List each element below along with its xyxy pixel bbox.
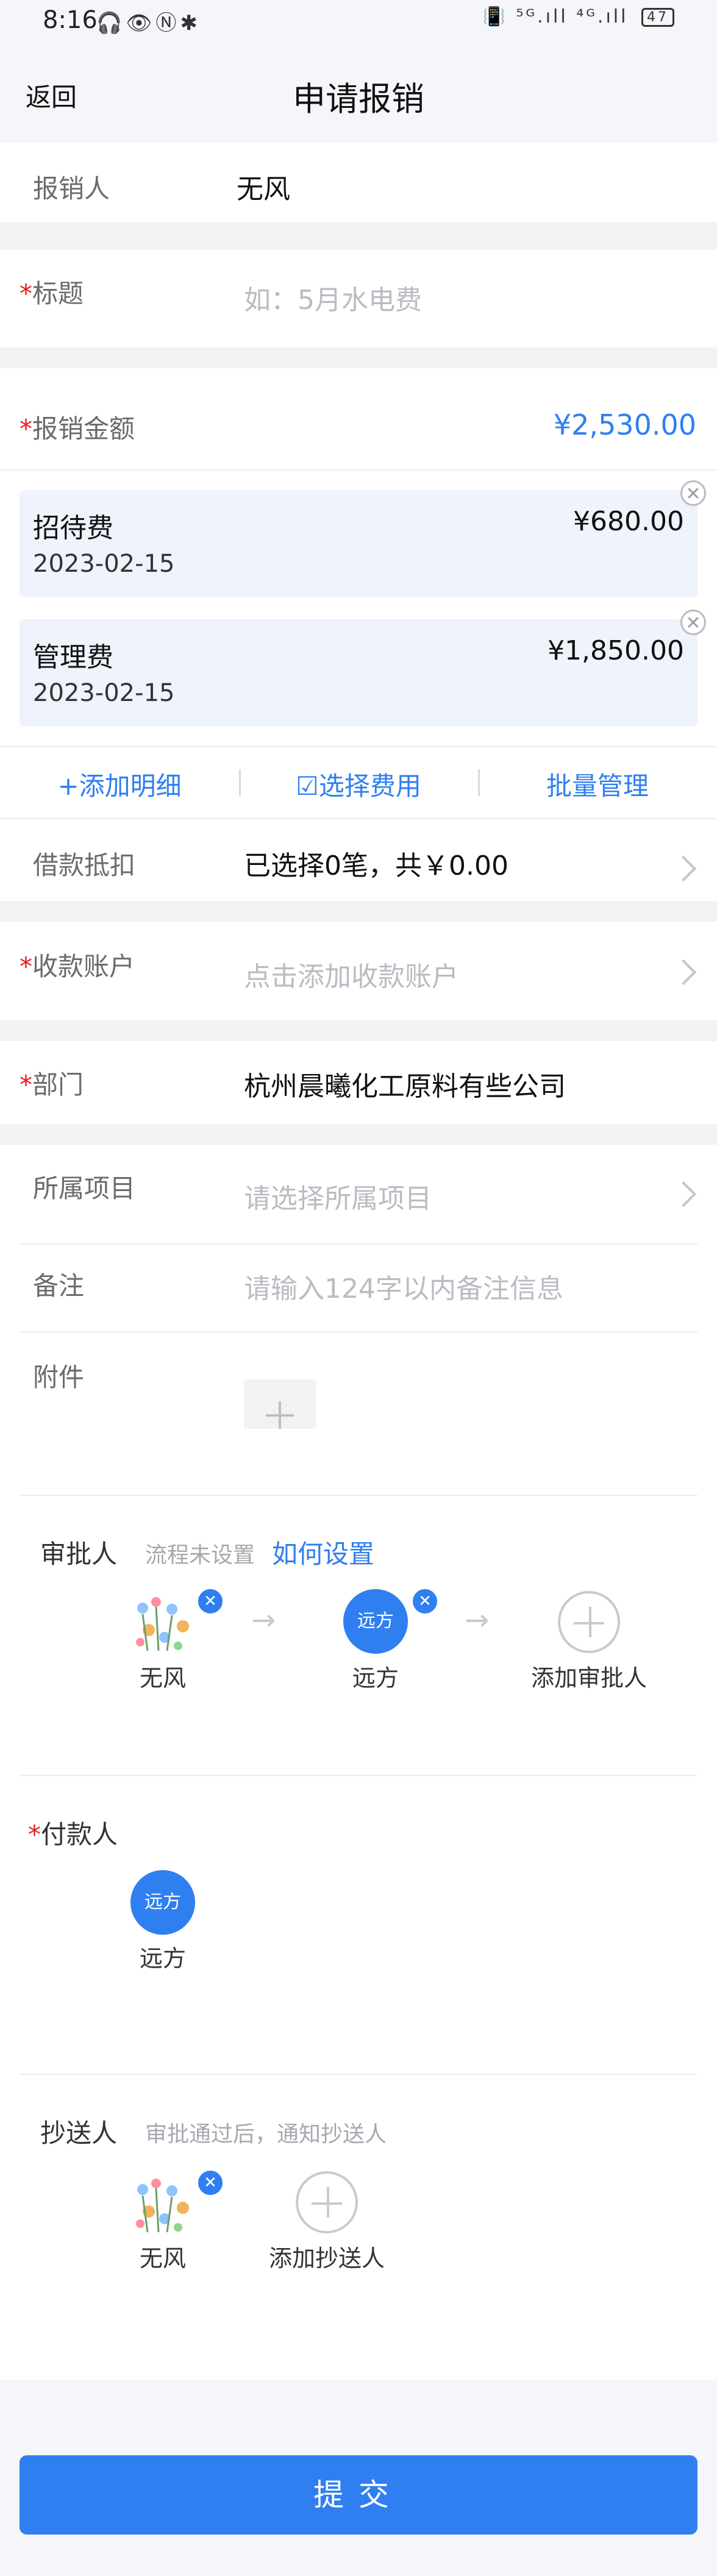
cc-name: 无风 xyxy=(139,2245,186,2272)
payee-account-label: *收款账户 xyxy=(20,946,135,983)
loan-offset-value: 已选择0笔，共￥0.00 xyxy=(244,850,508,881)
remark-input[interactable]: 请输入124字以内备注信息 xyxy=(244,1267,563,1306)
avatar: 远方 xyxy=(343,1589,408,1654)
section-gap xyxy=(0,347,717,368)
batch-manage-button[interactable]: 批量管理 xyxy=(478,766,717,803)
section-gap xyxy=(0,901,717,922)
expense-name: 招待费 xyxy=(33,513,113,544)
submitter-label: 报销人 xyxy=(33,174,110,204)
remove-approver-icon[interactable]: ✕ xyxy=(411,1587,439,1615)
page-title: 申请报销 xyxy=(293,80,424,118)
expense-item[interactable]: 招待费 2023-02-15 ¥680.00 ✕ xyxy=(20,480,706,597)
divider xyxy=(20,2074,697,2075)
title-label-text: 标题 xyxy=(32,279,84,308)
add-approver-button[interactable] xyxy=(558,1591,620,1653)
how-to-setup-link[interactable]: 如何设置 xyxy=(272,1534,374,1571)
expense-date: 2023-02-15 xyxy=(33,679,175,707)
submitter-value: 无风 xyxy=(237,174,290,205)
approvers-label: 审批人 xyxy=(40,1539,118,1569)
expense-item[interactable]: 管理费 2023-02-15 ¥1,850.00 ✕ xyxy=(20,610,706,727)
signal-icons: 📳 ⁵ᴳ.ıll ⁴ᴳ.ıll xyxy=(482,6,629,27)
required-mark: * xyxy=(20,414,32,444)
section-gap xyxy=(0,1020,717,1041)
remove-expense-icon[interactable]: ✕ xyxy=(680,480,706,506)
approver-name: 无风 xyxy=(139,1665,186,1692)
expense-name: 管理费 xyxy=(33,642,113,673)
divider xyxy=(20,1775,697,1776)
avatar: 远方 xyxy=(130,1870,195,1935)
amount-label-text: 报销金额 xyxy=(32,414,135,444)
divider xyxy=(20,1244,697,1245)
approval-section xyxy=(0,1429,717,2380)
remark-label: 备注 xyxy=(33,1271,85,1301)
required-mark: * xyxy=(20,952,32,981)
amount-label: *报销金额 xyxy=(20,408,135,446)
department-label: *部门 xyxy=(20,1064,84,1101)
remove-cc-icon[interactable]: ✕ xyxy=(196,2169,224,2197)
expense-date: 2023-02-15 xyxy=(33,550,175,578)
add-cc-label: 添加抄送人 xyxy=(268,2245,385,2272)
status-time: 8:16 xyxy=(43,6,98,34)
status-right-icons: 📳 ⁵ᴳ.ıll ⁴ᴳ.ıll 47 xyxy=(483,6,674,27)
avatar xyxy=(136,1597,189,1651)
required-mark: * xyxy=(28,1820,41,1849)
required-mark: * xyxy=(20,279,32,308)
remove-expense-icon[interactable]: ✕ xyxy=(680,610,706,635)
status-left-icons: 🎧👁Ⓝ✱ xyxy=(96,11,201,35)
section-gap xyxy=(0,1124,717,1145)
project-input[interactable]: 请选择所属项目 xyxy=(244,1176,432,1215)
divider xyxy=(0,746,717,747)
cc-label: 抄送人 xyxy=(40,2118,118,2148)
submit-button[interactable]: 提交 xyxy=(20,2455,697,2535)
status-bar: 8:16 🎧👁Ⓝ✱ 📳 ⁵ᴳ.ıll ⁴ᴳ.ıll 47 xyxy=(0,0,717,45)
payer-label-text: 付款人 xyxy=(41,1820,118,1849)
nav-bar: 返回 申请报销 xyxy=(0,45,717,143)
loan-offset-label: 借款抵扣 xyxy=(33,850,136,880)
payer-label: *付款人 xyxy=(28,1814,118,1851)
divider xyxy=(0,469,717,471)
cc-hint: 审批通过后，通知抄送人 xyxy=(145,2122,387,2147)
add-cc-button[interactable] xyxy=(296,2171,358,2233)
department-value: 杭州晨曦化工原料有些公司 xyxy=(244,1071,566,1102)
arrow-right-icon: → xyxy=(465,1603,490,1637)
title-input[interactable]: 如：5月水电费 xyxy=(244,278,422,317)
arrow-right-icon: → xyxy=(251,1603,276,1637)
project-label: 所属项目 xyxy=(33,1173,136,1203)
battery-icon: 47 xyxy=(641,8,674,27)
submitter-row: 报销人 无风 xyxy=(0,143,717,222)
required-mark: * xyxy=(20,1070,32,1100)
attachment-label: 附件 xyxy=(33,1362,85,1392)
add-detail-button[interactable]: +添加明细 xyxy=(0,766,239,803)
expense-amount: ¥680.00 xyxy=(573,506,684,537)
department-label-text: 部门 xyxy=(32,1070,84,1100)
avatar xyxy=(136,2179,189,2233)
section-gap xyxy=(0,222,717,250)
payer-name: 远方 xyxy=(139,1945,186,1972)
divider xyxy=(20,1495,697,1496)
expense-amount: ¥1,850.00 xyxy=(548,635,684,666)
divider xyxy=(20,1331,697,1332)
payee-account-input[interactable]: 点击添加收款账户 xyxy=(244,955,458,994)
title-row[interactable]: *标题 如：5月水电费 xyxy=(0,250,717,347)
remove-approver-icon[interactable]: ✕ xyxy=(196,1587,224,1615)
select-cost-button[interactable]: ☑选择费用 xyxy=(239,766,478,803)
title-label: *标题 xyxy=(20,273,84,310)
add-approver-label: 添加审批人 xyxy=(530,1665,647,1692)
approvers-hint: 流程未设置 xyxy=(145,1543,255,1568)
approver-name: 远方 xyxy=(352,1665,399,1692)
divider xyxy=(0,818,717,819)
amount-total: ¥2,530.00 xyxy=(553,408,696,441)
payee-account-label-text: 收款账户 xyxy=(32,952,135,981)
